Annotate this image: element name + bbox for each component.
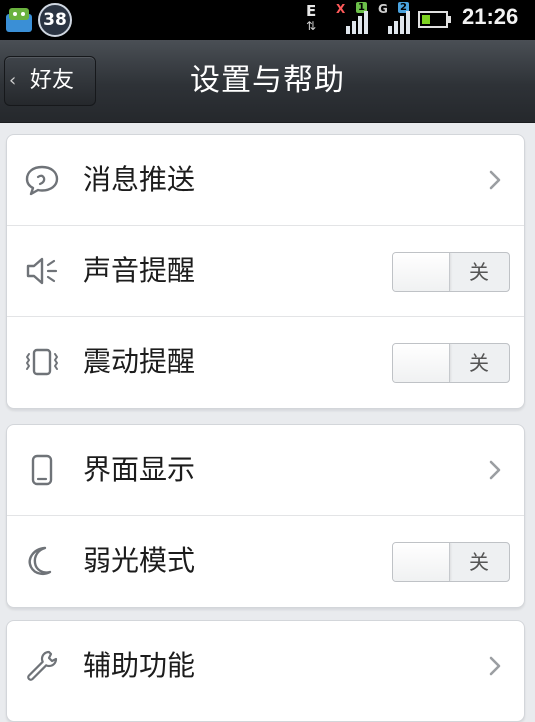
settings-group-display: 界面显示 弱光模式 关 — [6, 424, 525, 608]
chevron-right-icon — [489, 170, 501, 190]
back-arrow-icon: ‹ — [9, 70, 17, 91]
notification-count-badge: 38 — [38, 3, 72, 37]
chevron-right-icon — [489, 656, 501, 676]
setting-label: 弱光模式 — [83, 544, 196, 577]
chevron-right-icon — [489, 460, 501, 480]
status-bar: 38 E ⇅ X 1 G 2 21:26 — [0, 0, 535, 40]
data-network-indicator: E ⇅ — [302, 2, 330, 36]
sim1-status-label: X — [336, 2, 346, 16]
toggle-state-label: 关 — [469, 550, 489, 574]
toggle-state-label: 关 — [469, 351, 489, 375]
settings-group-notifications: 消息推送 声音提醒 关 震动提醒 关 — [6, 134, 525, 409]
data-transfer-icon: ⇅ — [306, 19, 317, 33]
setting-row-accessibility[interactable]: 辅助功能 — [7, 621, 524, 712]
setting-label: 界面显示 — [83, 453, 196, 486]
settings-group-accessibility: 辅助功能 — [6, 620, 525, 722]
sim2-network-label: G — [378, 2, 388, 16]
back-button-label: 好友 — [30, 68, 75, 93]
sim2-signal-icon: G 2 — [376, 2, 410, 36]
back-button[interactable]: ‹ 好友 — [4, 56, 96, 106]
sim1-signal-icon: X 1 — [334, 2, 368, 36]
chat-bubble-icon — [25, 165, 59, 196]
setting-row-sound-alert: 声音提醒 关 — [7, 226, 524, 317]
toggle-knob — [393, 253, 450, 291]
wrench-icon — [27, 650, 58, 681]
vibration-icon — [26, 348, 58, 376]
app-notification-icon — [6, 8, 32, 32]
toggle-state-label: 关 — [469, 260, 489, 284]
setting-row-low-light: 弱光模式 关 — [7, 516, 524, 607]
toggle-knob — [393, 543, 450, 581]
setting-label: 辅助功能 — [83, 649, 196, 682]
setting-label: 声音提醒 — [83, 254, 196, 287]
battery-level-fill — [422, 15, 430, 24]
low-light-toggle[interactable]: 关 — [392, 542, 510, 582]
status-clock: 21:26 — [462, 4, 519, 29]
network-type-label: E — [306, 2, 317, 20]
setting-row-vibration-alert: 震动提醒 关 — [7, 317, 524, 408]
setting-label: 震动提醒 — [83, 345, 196, 378]
setting-row-message-push[interactable]: 消息推送 — [7, 135, 524, 226]
moon-icon — [28, 546, 52, 576]
toggle-knob — [393, 344, 450, 382]
vibration-alert-toggle[interactable]: 关 — [392, 343, 510, 383]
battery-icon — [418, 11, 451, 28]
sound-alert-toggle[interactable]: 关 — [392, 252, 510, 292]
phone-icon — [31, 454, 53, 486]
speaker-icon — [26, 257, 58, 285]
setting-label: 消息推送 — [83, 163, 196, 196]
title-bar: 设置与帮助 ‹ 好友 — [0, 40, 535, 123]
setting-row-display[interactable]: 界面显示 — [7, 425, 524, 516]
